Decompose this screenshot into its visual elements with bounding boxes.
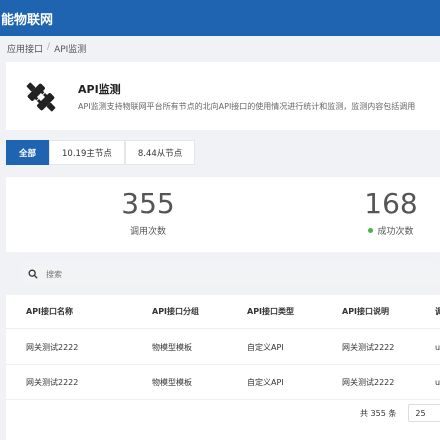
stats-card: 355 调用次数 168 成功次数	[6, 177, 440, 252]
page-title: API监测	[78, 83, 121, 96]
header-card: API监测 API监测支持物联网平台所有节点的北向API接口的使用情况进行统计和…	[6, 62, 440, 130]
breadcrumb-item-api-monitor: API监测	[54, 45, 87, 55]
row-truncated: u	[435, 343, 440, 352]
row-group: 物模型模板	[152, 378, 192, 387]
search-icon	[28, 269, 38, 279]
page-size-select[interactable]: 25	[408, 404, 440, 422]
column-header-group[interactable]: API接口分组	[152, 306, 199, 317]
plug-icon	[26, 82, 56, 112]
row-name: 网关测试2222	[26, 343, 79, 352]
breadcrumb-separator: /	[47, 42, 51, 52]
search-input[interactable]	[46, 269, 346, 279]
column-header-description[interactable]: API接口说明	[342, 306, 389, 317]
pagination: 共 355 条 25	[360, 404, 440, 422]
call-count-label: 调用次数	[129, 227, 166, 237]
row-type: 自定义API	[247, 378, 284, 387]
tab-master-node[interactable]: 10.19主节点	[49, 140, 125, 165]
row-type: 自定义API	[247, 343, 284, 352]
row-truncated: u	[435, 378, 440, 387]
page-size-value: 25	[415, 408, 426, 418]
table-row[interactable]: 网关测试2222 物模型模板 自定义API 网关测试2222 u	[6, 331, 440, 365]
stat-success-count: 168 成功次数	[331, 187, 440, 237]
row-name: 网关测试2222	[26, 378, 79, 387]
node-tabs: 全部 10.19主节点 8.44从节点	[6, 140, 196, 165]
page-description: API监测支持物联网平台所有节点的北向API接口的使用情况进行统计和监测，监测内…	[78, 102, 416, 111]
table-row[interactable]: 网关测试2222 物模型模板 自定义API 网关测试2222 u	[6, 366, 440, 400]
breadcrumb: 应用接口 / API监测	[7, 42, 86, 56]
row-group: 物模型模板	[152, 343, 192, 352]
tab-all[interactable]: 全部	[6, 140, 50, 165]
tab-slave-node[interactable]: 8.44从节点	[124, 140, 196, 165]
row-description: 网关测试2222	[342, 343, 395, 352]
app-title: 智能物联网	[0, 12, 54, 28]
top-bar: 智能物联网	[0, 0, 440, 36]
success-count-value: 168	[364, 187, 418, 220]
column-header-truncated[interactable]: 调	[435, 306, 440, 317]
search-bar	[22, 262, 440, 286]
success-count-label: 成功次数	[377, 227, 414, 237]
column-header-name[interactable]: API接口名称	[26, 306, 73, 317]
total-count: 共 355 条	[360, 408, 397, 418]
column-header-type[interactable]: API接口类型	[247, 306, 294, 317]
row-description: 网关测试2222	[342, 378, 395, 387]
success-dot-icon	[368, 228, 374, 233]
breadcrumb-item-app-interface[interactable]: 应用接口	[7, 42, 43, 56]
call-count-value: 355	[121, 187, 175, 220]
table-header: API接口名称 API接口分组 API接口类型 API接口说明 调	[6, 295, 440, 329]
stat-call-count: 355 调用次数	[88, 187, 208, 237]
